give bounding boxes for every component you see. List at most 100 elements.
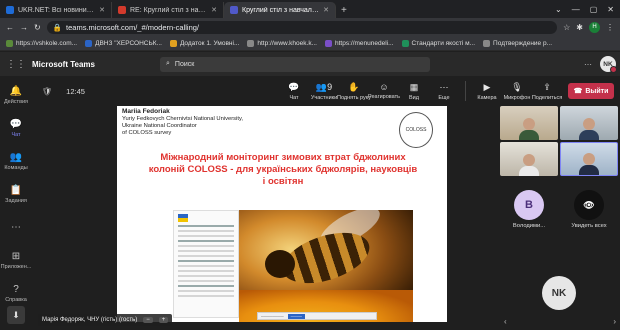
presenter-role: Ukraine National Coordinator: [122, 123, 197, 129]
chat-icon: 💬: [288, 81, 300, 92]
bookmark-standards[interactable]: Стандарти якості м...: [401, 39, 475, 47]
minimize-icon[interactable]: —: [572, 5, 580, 14]
control-label: Участники: [310, 94, 338, 101]
profile-avatar[interactable]: H: [589, 21, 600, 33]
doc-line: [178, 250, 234, 252]
bookmark-confirm[interactable]: Подтверждение р...: [483, 39, 553, 47]
doc-line: [178, 255, 234, 257]
close-tab-icon[interactable]: ✕: [211, 6, 217, 14]
presenter-label: Марія Федоряк, ЧНУ (гість) (гость): [42, 317, 138, 323]
react-button[interactable]: ☺ Реагировать: [368, 77, 400, 105]
share-button[interactable]: ⇪ Поделиться: [532, 77, 562, 105]
lock-icon: 🔒: [52, 22, 63, 32]
participants-button[interactable]: 👥9 Участники: [309, 77, 339, 105]
bookmark-vshkole[interactable]: https://vshkole.com...: [6, 39, 77, 47]
participant-video-tile[interactable]: [560, 142, 618, 176]
head: [583, 118, 595, 130]
see-all-button[interactable]: 👁 Увидеть всех: [560, 190, 618, 240]
url-field[interactable]: 🔒 teams.microsoft.com/_#/modern-calling/: [46, 20, 558, 34]
browser-menu-icon[interactable]: ⋮: [606, 23, 614, 32]
doc-line: [178, 265, 234, 267]
forward-icon[interactable]: →: [20, 23, 28, 32]
participant-avatar-tile[interactable]: B Володими...: [500, 190, 558, 240]
doc-line: [178, 280, 234, 282]
bookmark-hersonsk[interactable]: ДВНЗ "ХЕРСОНСЬК...: [85, 39, 162, 47]
chevron-left-icon[interactable]: ‹: [504, 317, 507, 326]
bookmark-dodatok[interactable]: Додаток 1. Умовні...: [169, 39, 240, 47]
bookmark-favicon-icon: [6, 39, 13, 47]
tab-search-icon[interactable]: ⌄: [555, 5, 562, 14]
rail-item-assignments[interactable]: 📋 Задания: [0, 182, 32, 208]
browser-tab-teams[interactable]: Круглий стіл з навчальними... ✕: [224, 2, 336, 18]
url-text: teams.microsoft.com/_#/modern-calling/: [66, 22, 200, 32]
header-actions: ⋯ NK: [584, 56, 620, 73]
body: [579, 165, 599, 175]
close-window-icon[interactable]: ✕: [607, 5, 614, 14]
doc-line: [178, 260, 234, 262]
reload-icon[interactable]: ↻: [34, 23, 41, 32]
browser-tab-ukrnet[interactable]: UKR.NET: Всі новини України, о... ✕: [0, 2, 112, 18]
chat-button[interactable]: 💬 Чат: [279, 77, 309, 105]
new-tab-icon[interactable]: +: [336, 2, 352, 18]
meeting-controls: 💬 Чат 👥9 Участники ✋ Поднять руку ☺ Реаг…: [279, 77, 620, 105]
rail-item-apps[interactable]: ⊞ Приложен...: [0, 247, 32, 273]
rail-item-activity[interactable]: 🔔 Действия: [0, 83, 32, 109]
back-icon[interactable]: ←: [6, 23, 14, 32]
see-all-label: Увидеть всех: [571, 223, 607, 229]
camera-icon: ▶: [483, 81, 491, 92]
zoom-out-icon[interactable]: −: [143, 317, 153, 323]
raise-hand-button[interactable]: ✋ Поднять руку: [337, 77, 371, 105]
doc-line: [178, 275, 234, 277]
rail-label: Команды: [4, 165, 28, 172]
bookmark-label: Додаток 1. Умовні...: [179, 39, 240, 47]
zoom-in-icon[interactable]: +: [158, 317, 169, 323]
extensions-icon[interactable]: ✱: [576, 23, 583, 32]
rail-item-teams[interactable]: 👥 Команды: [0, 149, 32, 175]
rail-item-help[interactable]: ? Справка: [0, 280, 32, 306]
app-launcher-icon[interactable]: ⋮⋮: [0, 59, 32, 70]
bookmark-menunedeli[interactable]: https://menunedeli...: [324, 39, 394, 47]
doc-line: [178, 235, 234, 237]
rail-label: Действия: [3, 99, 29, 106]
meeting-timer: 🛡 12:45: [42, 87, 85, 96]
self-avatar: NK: [542, 276, 576, 310]
rail-item-more[interactable]: ⋯: [0, 215, 32, 241]
body: [519, 166, 539, 176]
bookmark-khoek[interactable]: http://www.khoek.k...: [247, 39, 317, 47]
teams-header: ⋮⋮ Microsoft Teams ⌕ Поиск ⋯ NK: [0, 52, 620, 76]
bookmark-label: Подтверждение р...: [493, 39, 553, 47]
notice-line: ────────: [261, 313, 284, 319]
phone-hangup-icon: ☎: [573, 88, 583, 95]
assignments-icon: 📋: [9, 185, 23, 197]
more-icon: ⋯: [439, 81, 449, 92]
microphone-button[interactable]: 🎙 Микрофон: [502, 77, 532, 105]
more-options-icon[interactable]: ⋯: [584, 60, 592, 69]
meeting-stage: Mariia Fedoriak Yuriy Fedkovych Chernivt…: [32, 106, 500, 330]
close-tab-icon[interactable]: ✕: [323, 6, 329, 14]
head: [583, 153, 595, 165]
download-icon[interactable]: ⬇: [7, 306, 25, 325]
app-rail: 🔔 Действия 💬 Чат 👥 Команды 📋 Задания ⋯ ⊞…: [0, 76, 32, 330]
participant-video-tile[interactable]: [560, 106, 618, 140]
email-favicon-icon: [118, 6, 126, 14]
search-input[interactable]: ⌕ Поиск: [160, 56, 430, 72]
participant-video-tile[interactable]: [500, 106, 558, 140]
star-icon[interactable]: ☆: [563, 23, 570, 32]
leave-label: Выйти: [585, 87, 609, 95]
browser-tab-email[interactable]: RE: Круглий стіл з навчальним... ✕: [112, 2, 224, 18]
control-label: Чат: [289, 94, 299, 101]
leave-button[interactable]: ☎ Выйти: [568, 83, 614, 99]
close-tab-icon[interactable]: ✕: [99, 6, 105, 14]
participant-video-tile[interactable]: [500, 142, 558, 176]
rail-label: Чат: [11, 132, 21, 139]
bookmarks-bar: https://vshkole.com... ДВНЗ "ХЕРСОНСЬК..…: [0, 36, 620, 51]
document-thumbnail: [173, 210, 239, 318]
chevron-right-icon[interactable]: ›: [613, 317, 616, 326]
more-button[interactable]: ⋯ Еще: [429, 77, 459, 105]
user-avatar[interactable]: NK: [600, 56, 617, 73]
presenter-name-strip: Марія Федоряк, ЧНУ (гість) (гость) − +: [38, 314, 173, 326]
camera-button[interactable]: ▶ Камера: [472, 77, 502, 105]
rail-item-chat[interactable]: 💬 Чат: [0, 116, 32, 142]
maximize-icon[interactable]: ▢: [590, 5, 598, 14]
view-button[interactable]: ▦ Вид: [399, 77, 429, 105]
